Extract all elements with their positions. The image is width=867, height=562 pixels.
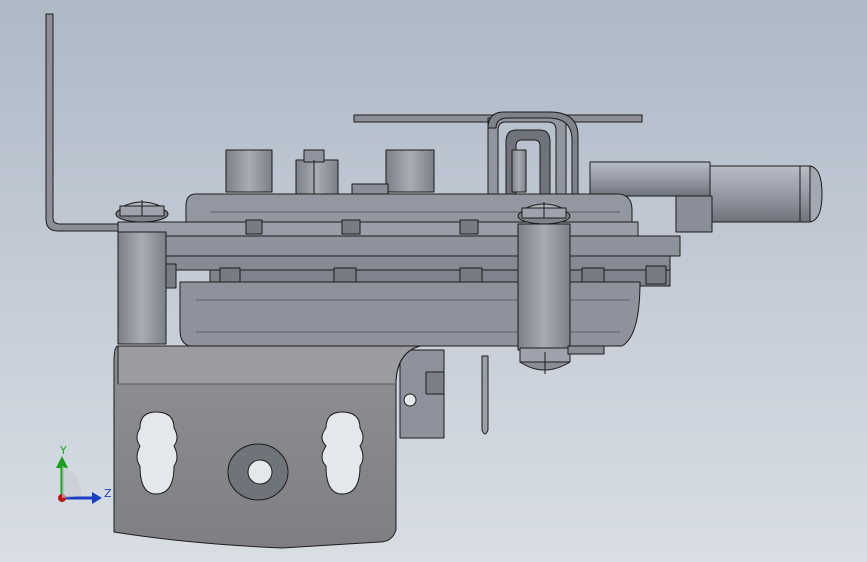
slot-hole-right [321,411,364,495]
slot-hole-left [136,411,178,495]
cad-model-view[interactable]: Y Z [0,0,867,562]
z-axis-label: Z [104,487,112,500]
cad-viewport[interactable]: Y Z [0,0,867,562]
main-housing[interactable] [179,281,641,347]
right-post[interactable] [517,223,571,351]
left-side-boss[interactable] [117,231,167,345]
center-hole [247,459,273,485]
mid-plate[interactable] [143,235,681,257]
y-axis-label: Y [59,444,67,457]
